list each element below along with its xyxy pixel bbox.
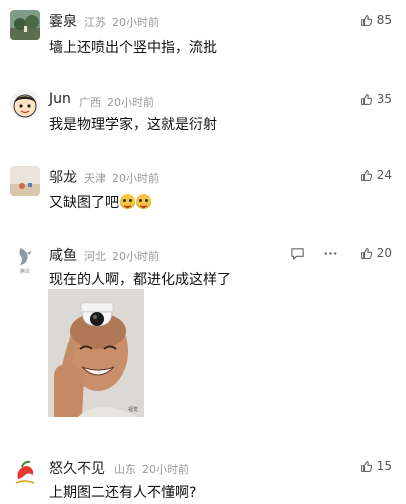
thumbs-up-icon xyxy=(360,247,372,259)
laughing-emoji-icon xyxy=(136,194,151,209)
region: 江苏 xyxy=(84,16,106,29)
comment-image[interactable]: 视觉 xyxy=(48,289,144,417)
like-count: 35 xyxy=(376,92,392,106)
comment-item: 霎泉 江苏 20小时前 85 墙上还喷出个竖中指，流批 xyxy=(0,0,406,80)
comment-meta: 江苏 20小时前 xyxy=(84,14,165,30)
like-button[interactable]: 24 xyxy=(360,168,392,182)
comment-bubble-icon[interactable] xyxy=(290,246,305,261)
like-count: 85 xyxy=(376,13,392,27)
timestamp: 20小时前 xyxy=(142,463,189,476)
comment-item: 怒久不见 山东 20小时前 15 上期图二还有人不懂啊? xyxy=(0,449,406,504)
like-button[interactable]: 85 xyxy=(360,13,392,27)
avatar[interactable] xyxy=(10,89,40,119)
region: 河北 xyxy=(84,250,106,263)
username[interactable]: Jun xyxy=(49,91,71,107)
avatar[interactable] xyxy=(10,10,40,40)
thumbs-up-icon xyxy=(360,169,372,181)
comment-text: 墙上还喷出个竖中指，流批 xyxy=(49,40,217,56)
region: 天津 xyxy=(84,172,106,185)
comment-meta: 广西 20小时前 xyxy=(79,94,160,110)
avatar[interactable] xyxy=(10,457,40,487)
thumbs-up-icon xyxy=(360,14,372,26)
comment-text-body: 又缺图了吧 xyxy=(49,195,119,211)
like-count: 15 xyxy=(376,459,392,473)
like-count: 20 xyxy=(376,246,392,260)
username[interactable]: 霎泉 xyxy=(49,11,77,31)
comment-item: 邬龙 天津 20小时前 24 又缺图了吧 xyxy=(0,158,406,236)
laughing-emoji-icon xyxy=(120,194,135,209)
like-button[interactable]: 15 xyxy=(360,459,392,473)
like-count: 24 xyxy=(376,168,392,182)
like-button[interactable]: 35 xyxy=(360,92,392,106)
timestamp: 20小时前 xyxy=(107,96,154,109)
svg-text:视觉: 视觉 xyxy=(128,406,138,413)
avatar-caption: 腾讯 xyxy=(19,269,30,275)
more-dots-icon[interactable] xyxy=(323,246,338,261)
timestamp: 20小时前 xyxy=(112,16,159,29)
region: 广西 xyxy=(79,96,101,109)
timestamp: 20小时前 xyxy=(112,250,159,263)
thumbs-up-icon xyxy=(360,460,372,472)
comment-actions xyxy=(290,246,338,261)
comment-meta: 河北 20小时前 xyxy=(84,248,165,264)
comment-text: 我是物理学家，这就是衍射 xyxy=(49,117,217,133)
comment-meta: 山东 20小时前 xyxy=(114,461,195,477)
comment-text: 上期图二还有人不懂啊? xyxy=(49,485,197,501)
comment-meta: 天津 20小时前 xyxy=(84,170,165,186)
thumbs-up-icon xyxy=(360,93,372,105)
like-button[interactable]: 20 xyxy=(360,246,392,260)
timestamp: 20小时前 xyxy=(112,172,159,185)
avatar[interactable] xyxy=(10,166,40,196)
username[interactable]: 怒久不见 xyxy=(49,458,105,478)
comment-text: 又缺图了吧 xyxy=(49,192,151,212)
username[interactable]: 邬龙 xyxy=(49,167,77,187)
region: 山东 xyxy=(114,463,136,476)
comment-text: 现在的人啊，都进化成这样了 xyxy=(49,272,231,288)
username[interactable]: 咸鱼 xyxy=(49,245,77,265)
comment-item: Jun 广西 20小时前 35 我是物理学家，这就是衍射 xyxy=(0,80,406,158)
